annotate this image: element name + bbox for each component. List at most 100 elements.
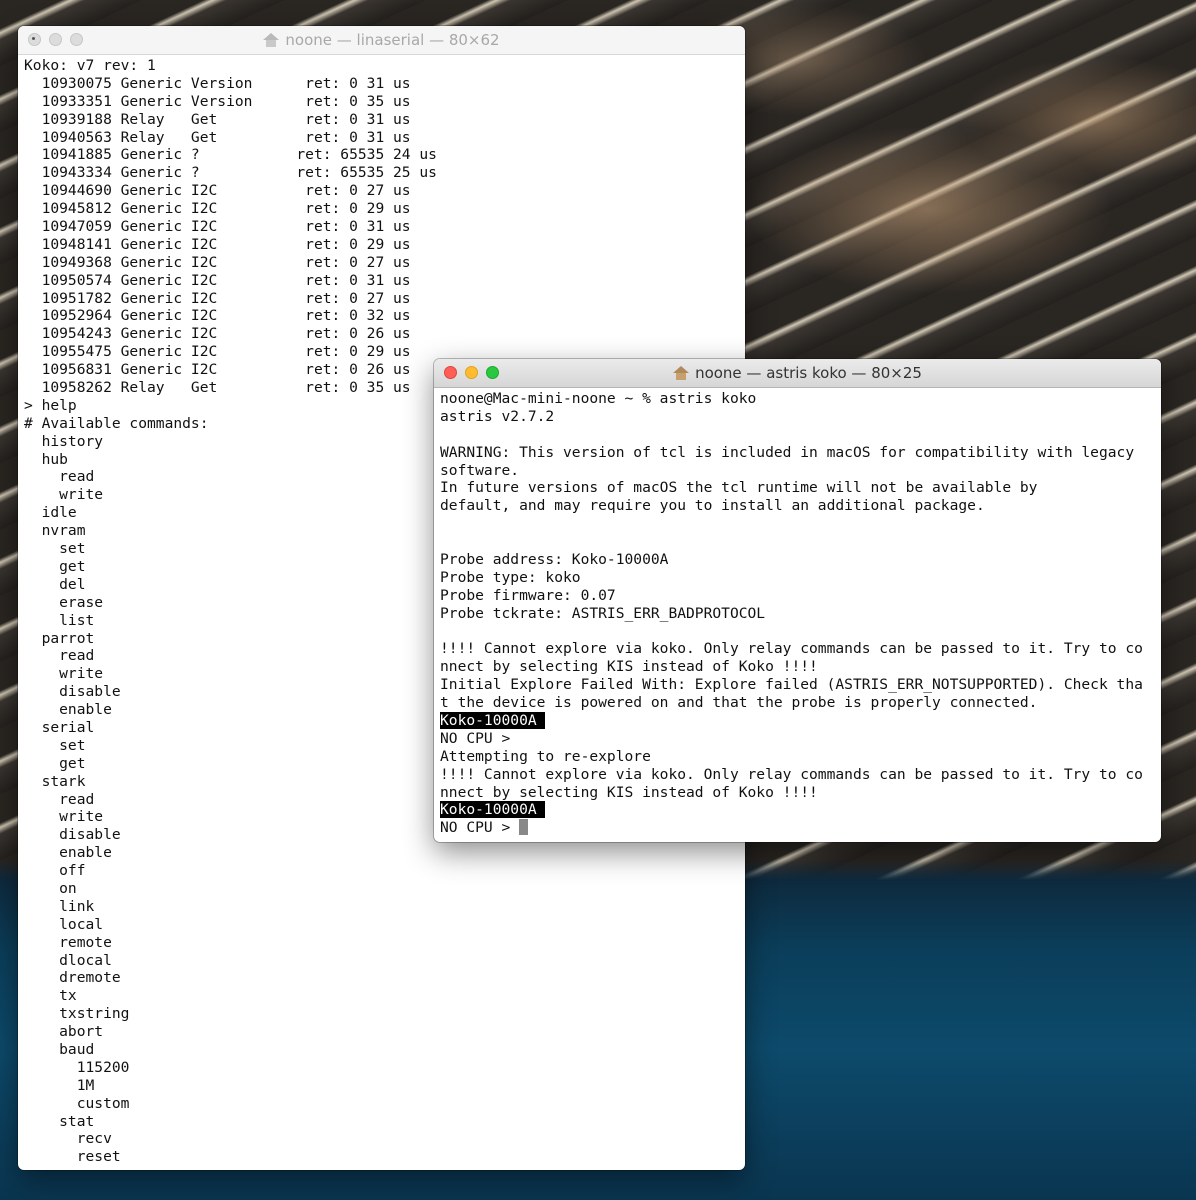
terminal-line: noone@Mac-mini-noone ~ % astris koko bbox=[440, 390, 1155, 408]
terminal-line: dremote bbox=[24, 969, 121, 987]
terminal-line: 10952964 Generic I2C ret: 0 32 us bbox=[24, 307, 411, 325]
terminal-line: 10944690 Generic I2C ret: 0 27 us bbox=[24, 182, 411, 200]
terminal-line: Koko-10000A bbox=[440, 712, 1155, 730]
terminal-line-text: default, and may require you to install … bbox=[440, 497, 985, 515]
device-prompt-label: Koko-10000A bbox=[440, 801, 545, 819]
window-title: noone — astris koko — 80×25 bbox=[673, 364, 922, 382]
terminal-line-text: t the device is powered on and that the … bbox=[440, 694, 1038, 712]
terminal-line-text: noone@Mac-mini-noone ~ % astris koko bbox=[440, 390, 757, 407]
terminal-line-text: Initial Explore Failed With: Explore fai… bbox=[440, 676, 1143, 694]
title-bar[interactable]: noone — astris koko — 80×25 bbox=[434, 359, 1161, 388]
terminal-line: Koko: v7 rev: 1 bbox=[24, 57, 156, 74]
text-cursor bbox=[519, 819, 529, 836]
terminal-line: baud bbox=[24, 1040, 95, 1058]
terminal-line-text: WARNING: This version of tcl is included… bbox=[440, 443, 1135, 461]
terminal-line: default, and may require you to install … bbox=[440, 497, 1155, 515]
terminal-line: nnect by selecting KIS instead of Koko !… bbox=[440, 784, 1155, 802]
terminal-line: Probe address: Koko-10000A bbox=[440, 551, 1155, 569]
terminal-line: txstring bbox=[24, 1005, 130, 1023]
title-bar[interactable]: noone — linaserial — 80×62 bbox=[18, 26, 745, 55]
terminal-line: off bbox=[24, 862, 86, 880]
terminal-line-text: In future versions of macOS the tcl runt… bbox=[440, 479, 1038, 497]
terminal-line: enable bbox=[24, 844, 112, 862]
terminal-line: t the device is powered on and that the … bbox=[440, 694, 1155, 712]
terminal-line: 10930075 Generic Version ret: 0 31 us bbox=[24, 74, 411, 92]
terminal-line-text: NO CPU > bbox=[440, 729, 511, 747]
terminal-line: Initial Explore Failed With: Explore fai… bbox=[440, 676, 1155, 694]
terminal-line: WARNING: This version of tcl is included… bbox=[440, 444, 1155, 462]
terminal-line: 10945812 Generic I2C ret: 0 29 us bbox=[24, 200, 411, 218]
terminal-line: tx bbox=[24, 987, 77, 1005]
terminal-line-text: !!!! Cannot explore via koko. Only relay… bbox=[440, 765, 1143, 783]
terminal-line-text: Probe address: Koko-10000A bbox=[440, 551, 669, 569]
terminal-line: astris v2.7.2 bbox=[440, 408, 1155, 426]
terminal-line: 10939188 Relay Get ret: 0 31 us bbox=[24, 110, 411, 128]
terminal-line: 10940563 Relay Get ret: 0 31 us bbox=[24, 128, 411, 146]
terminal-line: Probe firmware: 0.07 bbox=[440, 587, 1155, 605]
zoom-button[interactable] bbox=[486, 366, 499, 379]
terminal-line: !!!! Cannot explore via koko. Only relay… bbox=[440, 640, 1155, 658]
window-title-text: noone — linaserial — 80×62 bbox=[285, 31, 500, 49]
terminal-output[interactable]: noone@Mac-mini-noone ~ % astris koko astr… bbox=[434, 388, 1161, 839]
terminal-line: nnect by selecting KIS instead of Koko !… bbox=[440, 658, 1155, 676]
terminal-line: Probe type: koko bbox=[440, 569, 1155, 587]
terminal-line: 10933351 Generic Version ret: 0 35 us bbox=[24, 92, 411, 110]
close-button[interactable] bbox=[444, 366, 457, 379]
window-title-text: noone — astris koko — 80×25 bbox=[695, 364, 922, 382]
dirty-dot-icon bbox=[32, 37, 35, 40]
terminal-line: NO CPU > bbox=[440, 819, 1155, 837]
terminal-line-text: NO CPU > bbox=[440, 819, 520, 837]
terminal-line: abort bbox=[24, 1023, 104, 1041]
minimize-button[interactable] bbox=[49, 33, 62, 46]
terminal-line-text: nnect by selecting KIS instead of Koko !… bbox=[440, 658, 818, 676]
terminal-line: 10948141 Generic I2C ret: 0 29 us bbox=[24, 235, 411, 253]
home-icon bbox=[673, 366, 690, 380]
window-title: noone — linaserial — 80×62 bbox=[263, 31, 500, 49]
terminal-line-text: astris v2.7.2 bbox=[440, 407, 555, 425]
terminal-line: In future versions of macOS the tcl runt… bbox=[440, 479, 1155, 497]
terminal-line: 10947059 Generic I2C ret: 0 31 us bbox=[24, 218, 411, 236]
terminal-window-astris[interactable]: noone — astris koko — 80×25 noone@Mac-mi… bbox=[434, 359, 1161, 842]
terminal-line: Probe tckrate: ASTRIS_ERR_BADPROTOCOL bbox=[440, 605, 1155, 623]
terminal-line-text: nnect by selecting KIS instead of Koko !… bbox=[440, 783, 818, 801]
terminal-line-text: Attempting to re-explore bbox=[440, 747, 651, 765]
terminal-line-text: Probe tckrate: ASTRIS_ERR_BADPROTOCOL bbox=[440, 604, 766, 622]
zoom-button[interactable] bbox=[70, 33, 83, 46]
terminal-line: software. bbox=[440, 462, 1155, 480]
window-controls bbox=[444, 366, 499, 379]
terminal-line: 115200 bbox=[24, 1058, 130, 1076]
terminal-line: 10943334 Generic ? ret: 65535 25 us bbox=[24, 164, 437, 182]
terminal-line: reset bbox=[24, 1148, 121, 1166]
terminal-line: stat bbox=[24, 1112, 95, 1130]
terminal-line: on bbox=[24, 879, 77, 897]
terminal-line: 10951782 Generic I2C ret: 0 27 us bbox=[24, 289, 411, 307]
terminal-line: custom bbox=[24, 1094, 130, 1112]
terminal-line: 10954243 Generic I2C ret: 0 26 us bbox=[24, 325, 411, 343]
terminal-line-text: Probe type: koko bbox=[440, 568, 581, 586]
terminal-line: Koko-10000A bbox=[440, 801, 1155, 819]
terminal-line: Attempting to re-explore bbox=[440, 748, 1155, 766]
terminal-line: 1M bbox=[24, 1076, 95, 1094]
terminal-line: recv bbox=[24, 1130, 112, 1148]
terminal-line: dlocal bbox=[24, 951, 112, 969]
terminal-line: NO CPU > bbox=[440, 730, 1155, 748]
window-controls bbox=[28, 33, 83, 46]
terminal-line: remote bbox=[24, 933, 112, 951]
terminal-line: local bbox=[24, 915, 104, 933]
terminal-line-text: software. bbox=[440, 461, 520, 479]
terminal-line-text: !!!! Cannot explore via koko. Only relay… bbox=[440, 640, 1143, 658]
terminal-line-text: Probe firmware: 0.07 bbox=[440, 586, 616, 604]
terminal-line: 10941885 Generic ? ret: 65535 24 us bbox=[24, 146, 437, 164]
close-button[interactable] bbox=[28, 33, 41, 46]
home-icon bbox=[263, 33, 280, 47]
terminal-line: !!!! Cannot explore via koko. Only relay… bbox=[440, 766, 1155, 784]
terminal-line: link bbox=[24, 897, 95, 915]
minimize-button[interactable] bbox=[465, 366, 478, 379]
terminal-line: 10950574 Generic I2C ret: 0 31 us bbox=[24, 271, 411, 289]
terminal-line: 10949368 Generic I2C ret: 0 27 us bbox=[24, 253, 411, 271]
device-prompt-label: Koko-10000A bbox=[440, 712, 545, 730]
